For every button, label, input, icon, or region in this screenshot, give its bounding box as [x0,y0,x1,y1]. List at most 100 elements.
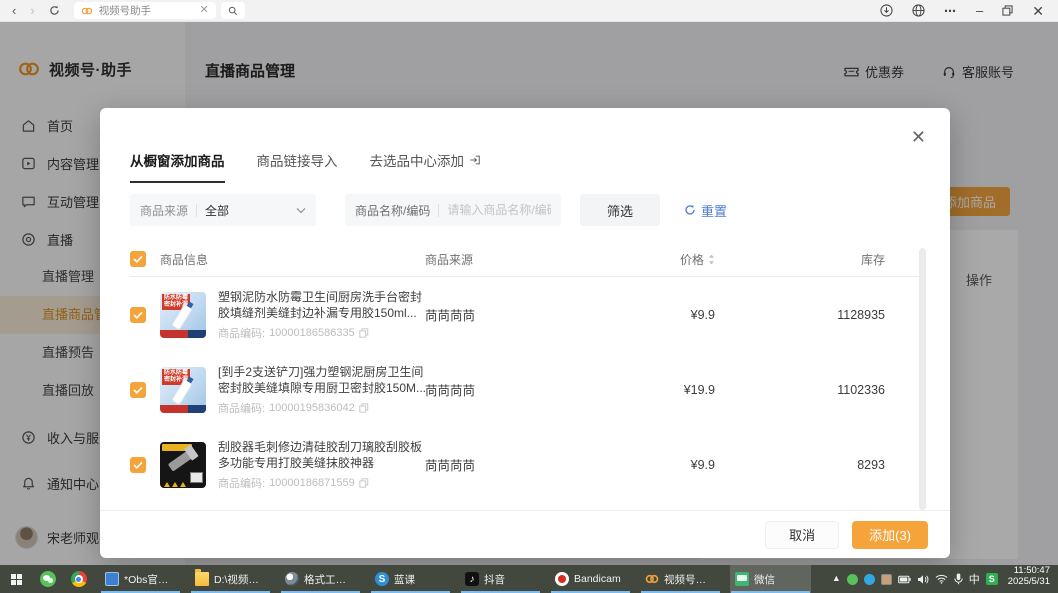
product-thumbnail: 防水防霉密封补漏 [160,292,206,338]
product-price: ¥19.9 [575,383,715,397]
header-product-info: 商品信息 [160,251,425,268]
product-name: 刮胶器毛刺修边清硅胶刮刀璃胶刮胶板多功能专用打胶美缝抹胶神器 [218,439,430,471]
add-products-modal: ✕ 从橱窗添加商品 商品链接导入 去选品中心添加 商品来源 全部 商品名称/编码… [100,108,950,558]
tab-title: 视频号助手 [99,3,194,18]
search-input[interactable] [447,203,551,217]
tray-wechat-icon[interactable] [847,574,858,585]
confirm-add-button[interactable]: 添加(3) [852,521,928,549]
check-icon [133,311,143,319]
taskbar-clock[interactable]: 11:50:47 2025/5/31 [1004,565,1058,593]
product-source: 苘苘苘苘 [425,305,575,324]
copy-icon[interactable] [359,403,369,413]
product-price: ¥9.9 [575,458,715,472]
browser-bar: ‹ › 视频号助手 ✕ ⋯ – ✕ [0,0,1058,22]
product-code: 商品编码:10000186586335 [218,325,430,341]
task-wechat-window[interactable]: 微信 [730,565,811,593]
task-channels-live[interactable]: 视频号直播伴侣 [640,565,721,593]
forward-icon[interactable]: › [30,4,34,17]
select-all-checkbox[interactable] [130,251,146,267]
clock-time: 11:50:47 [1008,565,1050,576]
check-icon [133,255,143,263]
notepad-icon [105,572,119,586]
modal-tabs: 从橱窗添加商品 商品链接导入 去选品中心添加 [130,150,481,172]
download-icon[interactable] [880,4,893,17]
table-row[interactable]: 防水防霉密封补漏 [到手2支送铲刀]强力塑钢泥厨房卫生间密封胶美缝填隙专用厨卫密… [130,352,920,427]
task-lanke[interactable]: S蓝课 [370,565,451,593]
modal-scrollbar[interactable] [919,248,926,510]
ime-indicator[interactable]: 中 [969,571,980,587]
copy-icon[interactable] [359,328,369,338]
task-format-factory[interactable]: 格式工厂 X64 ... [280,565,361,593]
s-logo-icon: S [375,572,389,586]
copy-icon[interactable] [359,478,369,488]
wifi-icon[interactable] [935,574,948,584]
table-row[interactable]: 刮胶器毛刺修边清硅胶刮刀璃胶刮胶板多功能专用打胶美缝抹胶神器 商品编码:1000… [130,427,920,502]
row-checkbox[interactable] [130,457,146,473]
chevron-down-icon [296,207,306,214]
channels-logo-icon [645,572,659,586]
restore-icon[interactable] [1002,5,1013,16]
battery-icon[interactable] [898,575,911,584]
product-code: 商品编码:10000195836042 [218,400,430,416]
task-explorer[interactable]: D:\视频号直播... [190,565,271,593]
tray-s-icon[interactable]: S [986,573,998,585]
task-bandicam[interactable]: Bandicam [550,565,631,593]
source-select[interactable]: 商品来源 全部 [130,194,316,226]
reset-icon [684,204,696,216]
browser-search-button[interactable] [221,2,245,19]
microphone-icon[interactable] [954,573,963,585]
header-price[interactable]: 价格 [575,251,715,268]
reset-button[interactable]: 重置 [684,201,727,220]
product-price: ¥9.9 [575,308,715,322]
cancel-button[interactable]: 取消 [765,521,839,549]
more-menu-icon[interactable]: ⋯ [944,4,957,18]
product-name: [到手2支送铲刀]强力塑钢泥厨房卫生间密封胶美缝填隙专用厨卫密封胶150M... [218,364,430,396]
tab-link-import[interactable]: 商品链接导入 [257,150,338,172]
browser-tab[interactable]: 视频号助手 ✕ [74,2,216,19]
product-thumbnail [160,442,206,488]
folder-icon [195,572,209,586]
douyin-icon: ♪ [465,572,479,586]
row-checkbox[interactable] [130,382,146,398]
tray-telegram-icon[interactable] [864,574,875,585]
close-window-icon[interactable]: ✕ [1032,4,1044,18]
product-code: 商品编码:10000186871559 [218,475,430,491]
task-douyin[interactable]: ♪抖音 [460,565,541,593]
tab-from-showcase[interactable]: 从橱窗添加商品 [130,150,225,172]
product-name: 塑钢泥防水防霉卫生间厨房洗手台密封胶填缝剂美缝封边补漏专用胶150ml... [218,289,430,321]
sort-icon [708,254,715,265]
taskbar-chrome-icon[interactable] [63,565,94,593]
filter-button[interactable]: 筛选 [580,194,660,226]
product-stock: 1102336 [715,383,885,397]
product-source: 苘苘苘苘 [425,455,575,474]
bandicam-icon [555,572,569,586]
clock-date: 2025/5/31 [1008,576,1050,587]
refresh-icon[interactable] [49,5,60,16]
tab-close-icon[interactable]: ✕ [199,5,208,16]
check-icon [133,386,143,394]
table-row[interactable]: 防水防霉密封补漏 塑钢泥防水防霉卫生间厨房洗手台密封胶填缝剂美缝封边补漏专用胶1… [130,277,920,352]
task-obs[interactable]: *Obs官网电脑... [100,565,181,593]
taskbar-wechat-icon[interactable] [32,565,63,593]
back-icon[interactable]: ‹ [12,4,16,17]
search-box: 商品名称/编码 [345,194,561,226]
tray-avatar-icon[interactable] [881,574,892,585]
minimize-icon[interactable]: – [976,4,983,17]
row-checkbox[interactable] [130,307,146,323]
external-link-icon [469,154,481,166]
product-source: 苘苘苘苘 [425,380,575,399]
header-product-source: 商品来源 [425,251,575,268]
product-stock: 1128935 [715,308,885,322]
modal-close-icon[interactable]: ✕ [911,128,926,146]
product-thumbnail: 防水防霉密封补漏 [160,367,206,413]
channels-logo-icon [81,5,93,17]
tab-selection-center[interactable]: 去选品中心添加 [370,150,482,172]
tray-expand-icon[interactable]: ▲ [832,573,841,583]
format-factory-icon [285,572,299,586]
start-button[interactable] [0,565,32,593]
screen: ‹ › 视频号助手 ✕ ⋯ – ✕ [0,0,1058,593]
globe-icon[interactable] [912,4,925,17]
product-stock: 8293 [715,458,885,472]
volume-icon[interactable] [917,574,929,585]
screen-share-icon [735,572,749,586]
